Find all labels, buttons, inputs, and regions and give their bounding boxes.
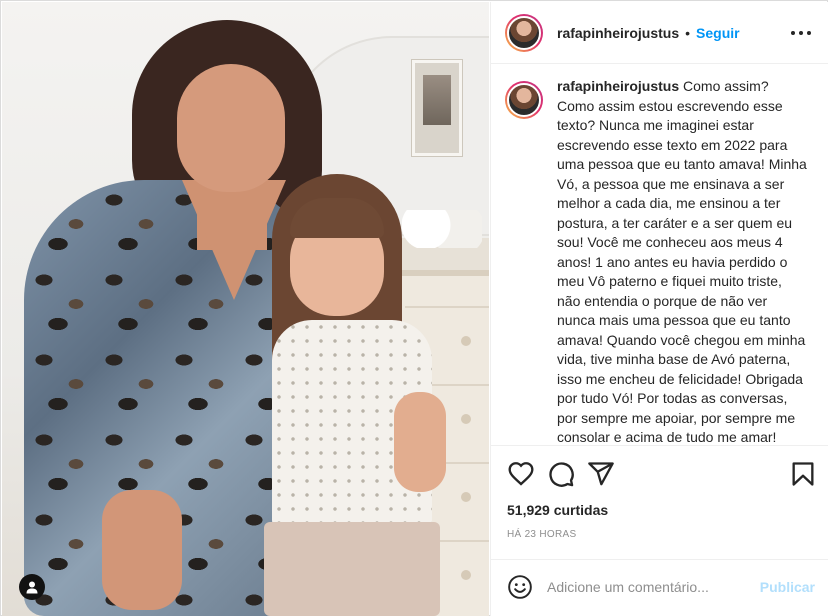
likes-count[interactable]: 51,929 curtidas (507, 502, 608, 518)
post-timestamp[interactable]: HÁ 23 HORAS (507, 529, 576, 540)
more-options-icon[interactable] (791, 26, 811, 40)
person-woman-hand (102, 490, 182, 610)
header-username[interactable]: rafapinheirojustus (557, 25, 679, 41)
follow-button[interactable]: Seguir (696, 25, 740, 41)
user-tag-icon[interactable] (19, 574, 45, 600)
comment-icon[interactable] (547, 460, 575, 488)
comment-input[interactable] (547, 576, 747, 598)
avatar[interactable] (505, 13, 543, 52)
share-icon[interactable] (587, 460, 615, 488)
caption-scroll-area[interactable]: rafapinheirojustus Como assim? Como assi… (491, 65, 828, 445)
post-header: rafapinheirojustus • Seguir (491, 2, 828, 64)
action-bar (491, 445, 828, 501)
photo-wall-frame (412, 60, 462, 156)
person-woman-face (177, 64, 285, 192)
comment-section: Publicar (491, 559, 828, 616)
person-girl-bangs (290, 198, 384, 238)
publish-button[interactable]: Publicar (760, 579, 815, 595)
heart-icon[interactable] (507, 460, 535, 488)
post-modal: rafapinheirojustus • Seguir rafapinheiro… (0, 0, 828, 616)
post-details-panel: rafapinheirojustus • Seguir rafapinheiro… (490, 2, 828, 616)
post-photo[interactable] (2, 2, 489, 616)
caption-username[interactable]: rafapinheirojustus (557, 78, 679, 94)
bookmark-icon[interactable] (789, 460, 817, 488)
person-woman-arm-around (394, 392, 446, 492)
caption-avatar[interactable] (505, 81, 543, 119)
photo-decoration (402, 210, 482, 248)
header-separator: • (685, 24, 691, 41)
emoji-icon[interactable] (507, 574, 533, 600)
caption-row: rafapinheirojustus Como assim? Como assi… (505, 77, 813, 445)
caption: rafapinheirojustus Como assim? Como assi… (557, 77, 809, 445)
person-girl-skirt (264, 522, 440, 616)
caption-text: Como assim? Como assim estou escrevendo … (557, 78, 807, 445)
